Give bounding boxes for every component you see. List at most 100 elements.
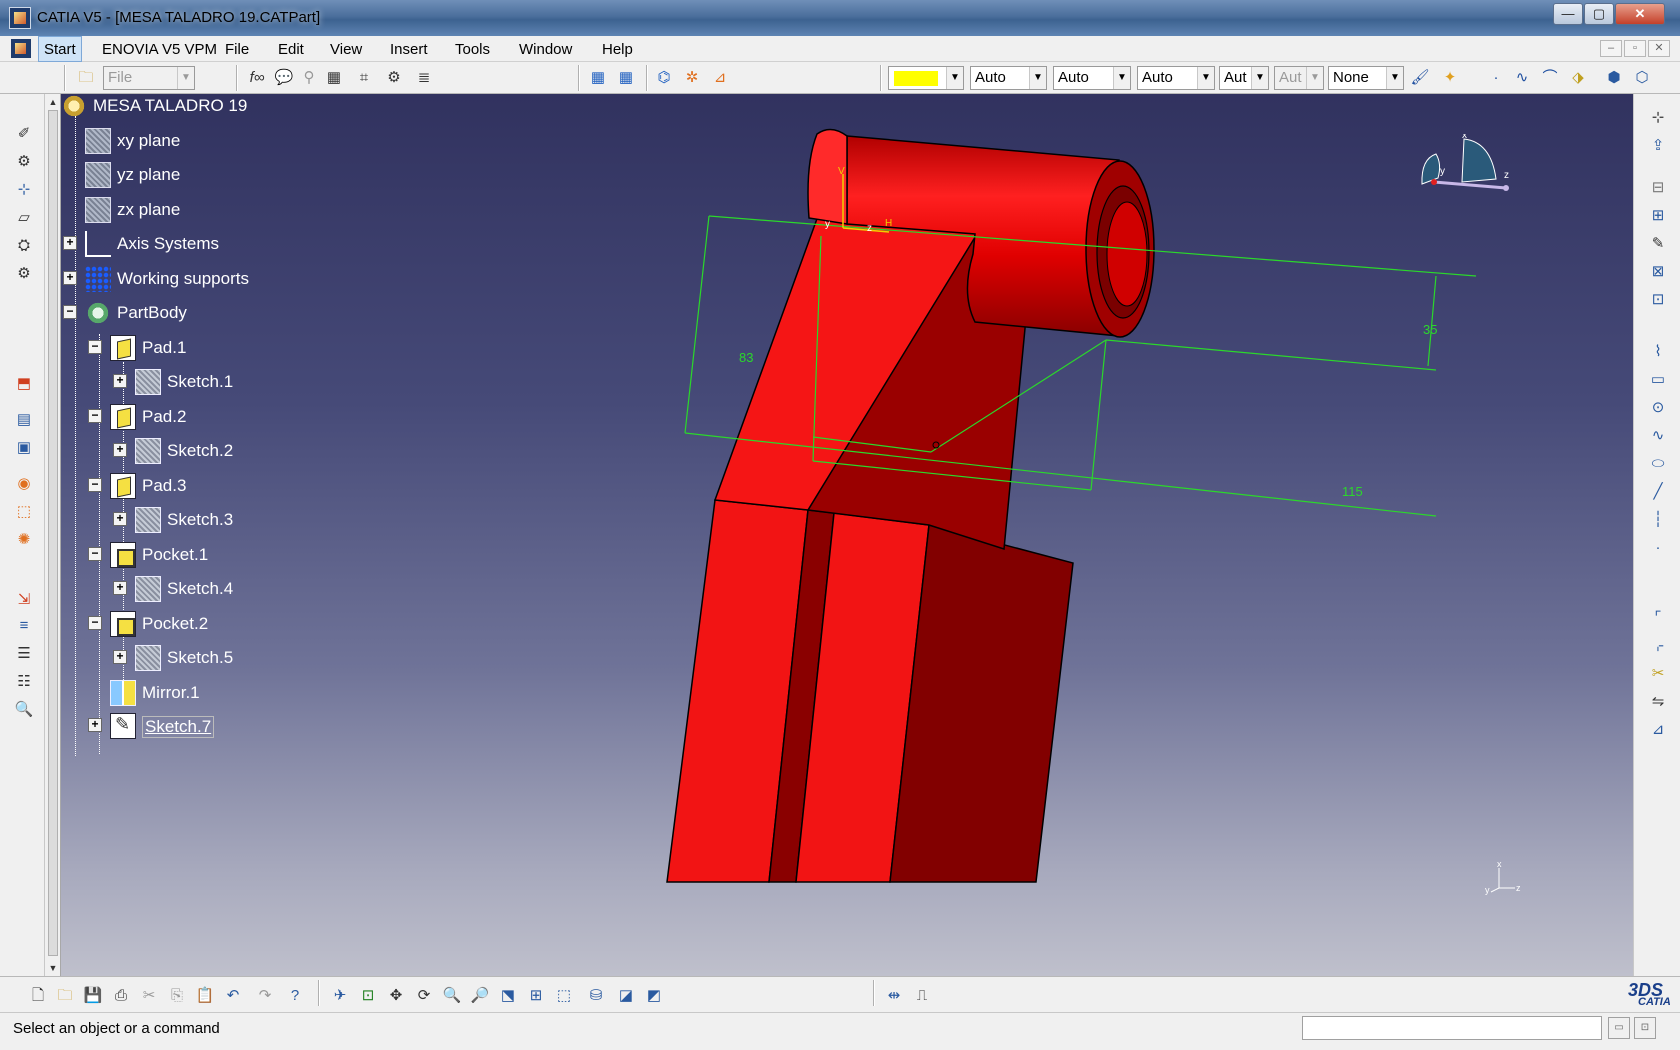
curve-icon[interactable]: ∿ (1648, 426, 1668, 446)
sketch-tool-icon[interactable]: ⊹ (1648, 108, 1668, 128)
part-design-icon[interactable]: ⬢ (1604, 68, 1624, 88)
chevron-down-icon[interactable]: ▼ (1251, 67, 1268, 89)
lock-icon[interactable]: ⚲ (299, 68, 319, 88)
color-combo[interactable]: ▼ (888, 66, 964, 90)
line-icon[interactable]: ╱ (1648, 482, 1668, 502)
catalog-browser-icon[interactable]: ☷ (14, 672, 34, 692)
collapse-pocket-2-icon[interactable]: − (88, 616, 102, 630)
file-combo[interactable]: File ▼ (103, 66, 195, 90)
chamfer-tool-icon[interactable]: ⌌ (1648, 636, 1668, 656)
multi-view-icon[interactable]: ⊞ (526, 986, 546, 1006)
ellipse-icon[interactable]: ⬭ (1648, 454, 1668, 474)
search-icon[interactable]: 🔍 (14, 700, 34, 720)
expand-sketch-5-icon[interactable]: + (113, 650, 127, 664)
expand-sketch-3-icon[interactable]: + (113, 512, 127, 526)
collapse-pocket-1-icon[interactable]: − (88, 547, 102, 561)
rotate-icon[interactable]: ⟳ (414, 986, 434, 1006)
spline-icon[interactable]: ∿ (1512, 68, 1532, 88)
render-style-icon[interactable]: ⛁ (586, 986, 606, 1006)
menu-start[interactable]: Start (38, 36, 82, 62)
tree-icon[interactable]: ☰ (14, 644, 34, 664)
dimension-115[interactable]: 115 (1342, 484, 1363, 499)
linetype-combo[interactable]: Auto ▼ (970, 66, 1047, 90)
maximize-button[interactable]: ▢ (1584, 3, 1614, 25)
painter-icon[interactable]: ✦ (1440, 68, 1460, 88)
compass-icon[interactable]: x y z (1416, 134, 1516, 214)
menu-view[interactable]: View (330, 41, 362, 58)
zoom-out-icon[interactable]: 🔎 (470, 986, 490, 1006)
expand-working-supports-icon[interactable]: + (63, 271, 77, 285)
comment-icon[interactable]: 💬 (274, 68, 294, 88)
tree-scrollbar[interactable]: ▲ ▼ (45, 94, 61, 976)
normal-view-icon[interactable]: ⬔ (498, 986, 518, 1006)
settings-icon[interactable]: ⚙ (14, 152, 34, 172)
dimension-83[interactable]: 83 (739, 350, 753, 365)
expand-axis-systems-icon[interactable]: + (63, 236, 77, 250)
zoom-in-icon[interactable]: 🔍 (442, 986, 462, 1006)
pattern-icon[interactable]: ✺ (14, 530, 34, 550)
corner-icon[interactable]: ⌜ (1648, 608, 1668, 628)
project-icon[interactable]: ⊿ (1648, 720, 1668, 740)
reference-icon[interactable]: ⬒ (14, 374, 34, 394)
knowledge-icon[interactable]: ≣ (414, 68, 434, 88)
expand-sketch-7-icon[interactable]: + (88, 718, 102, 732)
collapse-partbody-icon[interactable]: − (63, 305, 77, 319)
snap-grid-icon[interactable]: ▦ (616, 68, 636, 88)
expand-sketch-1-icon[interactable]: + (113, 374, 127, 388)
fit-all-icon[interactable]: ⊡ (358, 986, 378, 1006)
chamfer-icon[interactable]: ⬚ (14, 502, 34, 522)
measure-icon[interactable]: ⬗ (1568, 68, 1588, 88)
mdi-close-button[interactable]: ✕ (1648, 40, 1670, 57)
measure-item-icon[interactable]: ⎍ (912, 986, 932, 1006)
thickness-combo[interactable]: Auto ▼ (1053, 66, 1131, 90)
new-file-icon[interactable]: 🗋 (28, 986, 48, 1006)
menu-insert[interactable]: Insert (390, 41, 428, 58)
collapse-pad-1-icon[interactable]: − (88, 340, 102, 354)
pad-tool-icon[interactable]: ▤ (14, 410, 34, 430)
rectangle-profile-icon[interactable]: ⊞ (1648, 206, 1668, 226)
catalog-icon[interactable]: ⌗ (354, 68, 374, 88)
auto-constraint-icon[interactable]: ⊡ (1648, 290, 1668, 310)
fly-mode-icon[interactable]: ✈ (330, 986, 350, 1006)
circle-icon[interactable]: ⊙ (1648, 398, 1668, 418)
list-icon[interactable]: ≡ (14, 616, 34, 636)
document-icon[interactable] (11, 39, 31, 58)
axis-icon[interactable]: ⊹ (14, 180, 34, 200)
fillet-icon[interactable]: ◉ (14, 474, 34, 494)
formula-icon[interactable]: f∞ (247, 68, 267, 88)
collapse-pad-2-icon[interactable]: − (88, 409, 102, 423)
collapse-pad-3-icon[interactable]: − (88, 478, 102, 492)
dimension-35[interactable]: 35 (1423, 322, 1437, 337)
pencil-icon[interactable]: ✎ (1648, 234, 1668, 254)
pan-icon[interactable]: ✥ (386, 986, 406, 1006)
plane-icon[interactable]: ▱ (14, 208, 34, 228)
point-icon[interactable]: · (1486, 68, 1506, 88)
transform-icon[interactable]: ⇲ (14, 590, 34, 610)
menu-file[interactable]: File (225, 41, 249, 58)
whats-this-icon[interactable]: ? (285, 986, 305, 1006)
hide-show-icon[interactable]: ◪ (616, 986, 636, 1006)
minimize-button[interactable]: — (1553, 3, 1583, 25)
scroll-down-icon[interactable]: ▼ (47, 962, 59, 974)
rectangle-icon[interactable]: ▭ (1648, 370, 1668, 390)
scrollbar-thumb[interactable] (48, 110, 58, 956)
command-input[interactable] (1302, 1016, 1602, 1040)
construction-icon[interactable]: ⌬ (654, 68, 674, 88)
layer-combo[interactable]: Auto ▼ (1137, 66, 1215, 90)
status-toggle-button[interactable]: ▭ (1608, 1017, 1630, 1039)
gear-icon[interactable]: ⚙ (14, 264, 34, 284)
analysis-icon[interactable]: ⛭ (14, 236, 34, 256)
axis-line-icon[interactable]: ┆ (1648, 510, 1668, 530)
print-icon[interactable]: ⎙ (111, 986, 131, 1006)
trim-icon[interactable]: ✂ (1648, 664, 1668, 684)
chevron-down-icon[interactable]: ▼ (1029, 67, 1046, 89)
close-button[interactable]: ✕ (1615, 3, 1665, 25)
expand-sketch-4-icon[interactable]: + (113, 581, 127, 595)
point-tool-icon[interactable]: · (1648, 538, 1668, 558)
polyline-icon[interactable]: ⌇ (1648, 342, 1668, 362)
mdi-minimize-button[interactable]: – (1600, 40, 1622, 57)
chevron-down-icon[interactable]: ▼ (177, 67, 194, 89)
mirror-tool-icon[interactable]: ⇋ (1648, 692, 1668, 712)
menu-window[interactable]: Window (519, 41, 572, 58)
menu-edit[interactable]: Edit (278, 41, 304, 58)
